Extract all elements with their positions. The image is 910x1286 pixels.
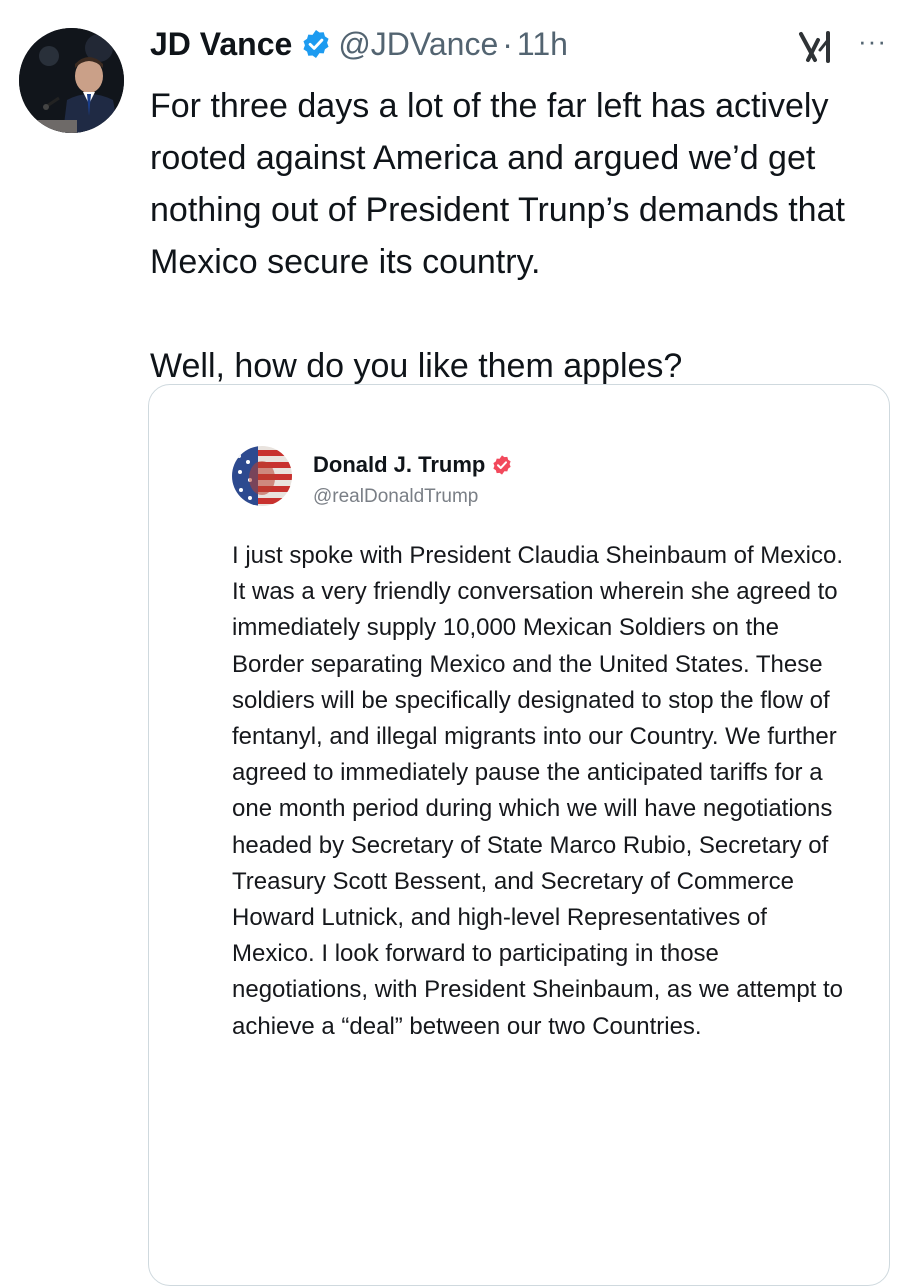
quoted-author-name[interactable]: Donald J. Trump [313, 452, 485, 478]
more-options-icon[interactable]: ··· [858, 28, 887, 54]
post-timestamp[interactable]: 11h [517, 26, 568, 63]
quoted-post-text: I just spoke with President Claudia Shei… [232, 542, 844, 1040]
quoted-author-handle[interactable]: @realDonaldTrump [313, 486, 478, 508]
grok-icon[interactable] [798, 30, 834, 64]
flag-portrait-image [232, 446, 292, 506]
avatar-photo [19, 28, 124, 133]
quoted-author-name-row: Donald J. Trump [313, 452, 513, 478]
author-avatar[interactable] [19, 28, 124, 133]
tweet-text: For three days a lot of the far left has… [150, 87, 845, 385]
header-separator: · [502, 25, 513, 62]
truth-verified-badge-icon [491, 454, 513, 476]
author-name[interactable]: JD Vance [150, 26, 292, 63]
verified-badge-icon [300, 28, 332, 60]
tweet-header: JD Vance @JDVance · 11h [150, 24, 568, 64]
author-handle[interactable]: @JDVance [338, 26, 498, 63]
quoted-author-avatar[interactable] [232, 446, 292, 506]
